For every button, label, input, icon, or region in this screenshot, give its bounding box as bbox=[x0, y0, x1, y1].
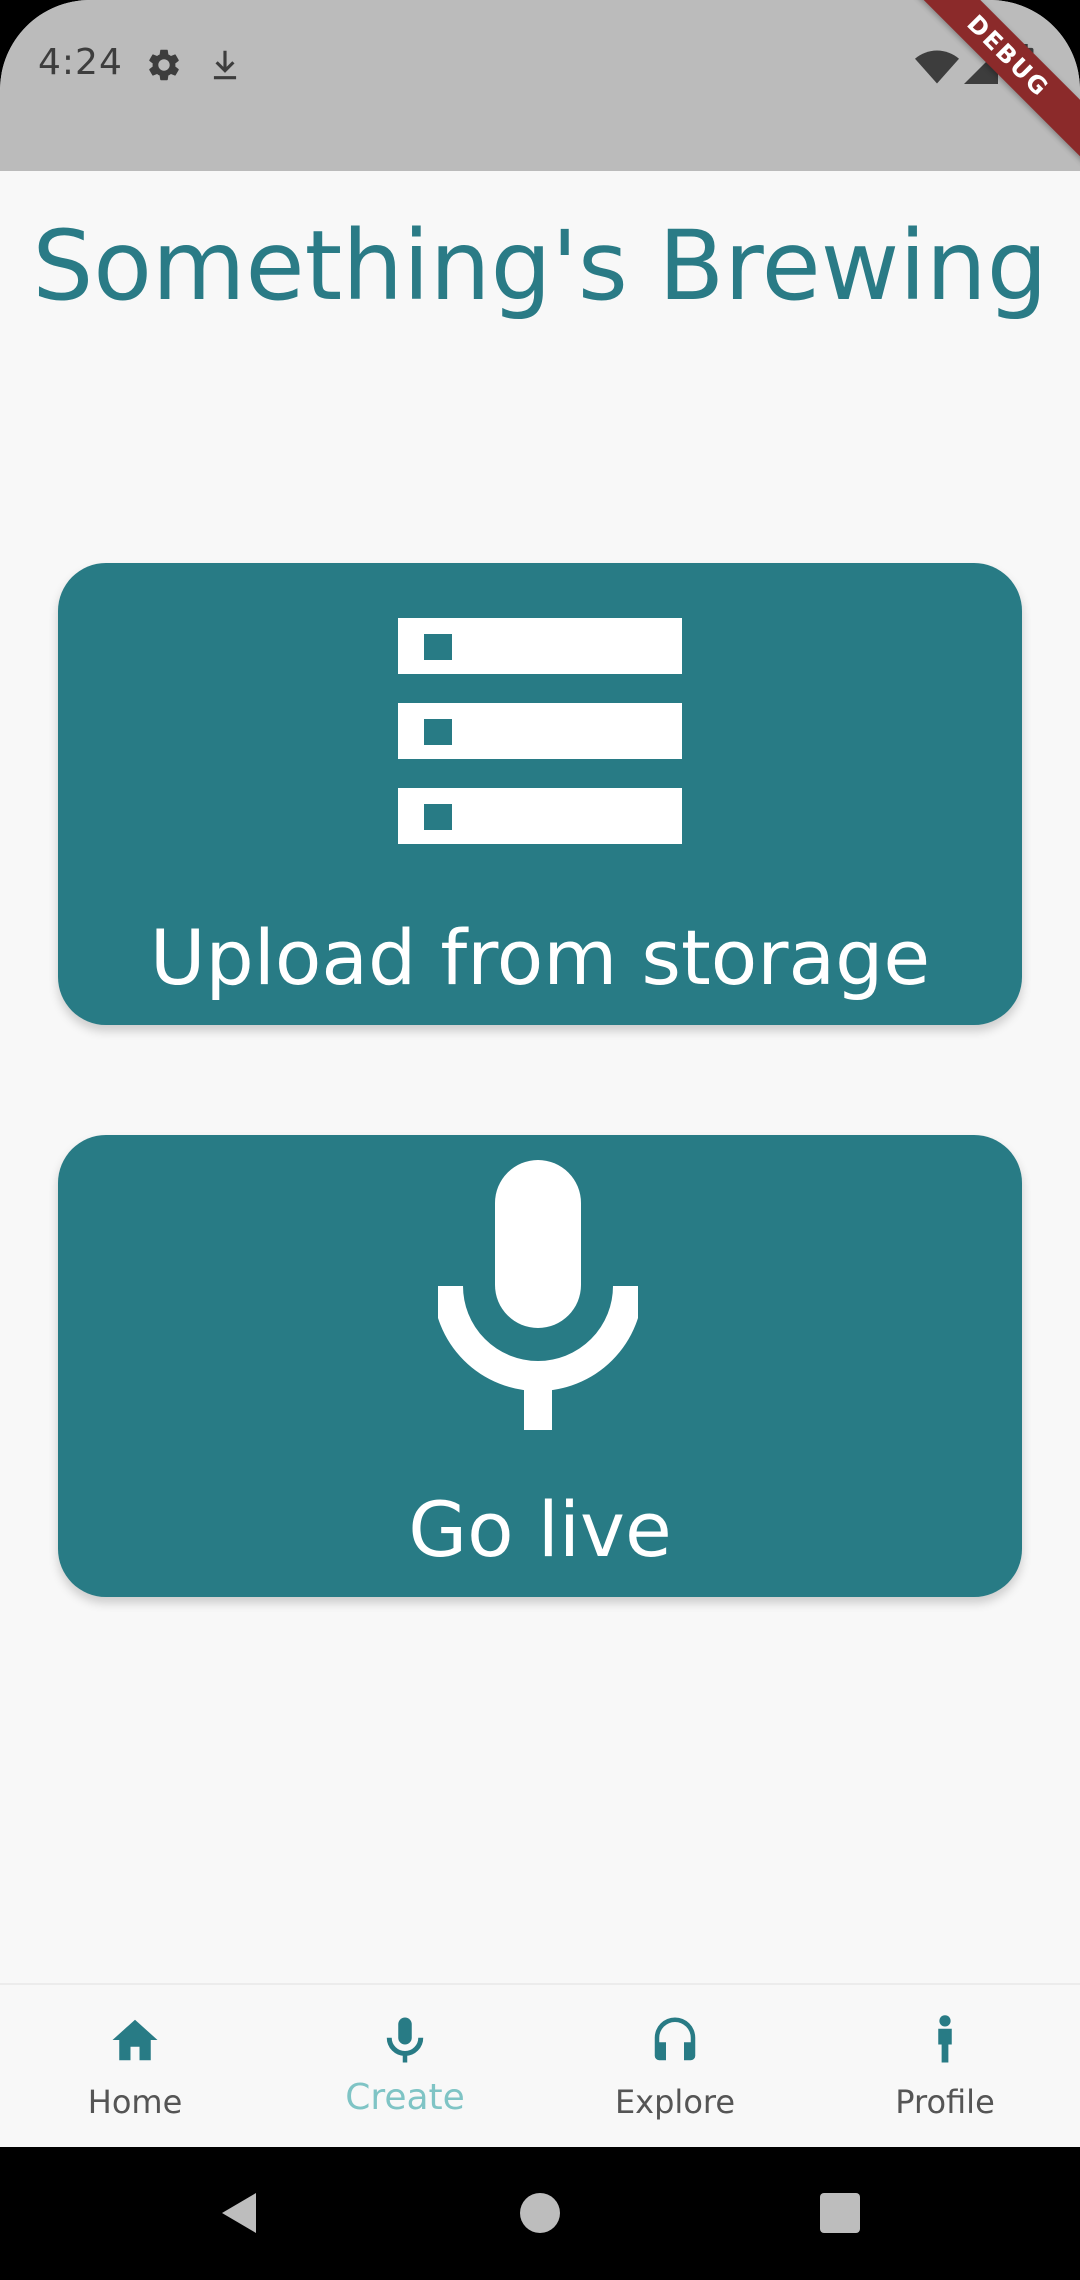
back-icon[interactable] bbox=[216, 2189, 264, 2237]
microphone-icon bbox=[386, 2017, 424, 2063]
app-screen: 4:24 DEBUG Something's Brewing Upload fr… bbox=[0, 0, 1080, 2280]
recents-icon[interactable] bbox=[816, 2189, 864, 2237]
home-circle-icon[interactable] bbox=[516, 2189, 564, 2237]
system-navigation-bar bbox=[0, 2147, 1080, 2280]
microphone-icon bbox=[438, 1160, 638, 1430]
wifi-icon bbox=[915, 50, 959, 84]
nav-item-profile[interactable]: Profile bbox=[810, 1985, 1080, 2149]
headphones-icon bbox=[654, 2017, 696, 2061]
nav-item-explore[interactable]: Explore bbox=[540, 1985, 810, 2149]
storage-icon bbox=[398, 618, 682, 844]
upload-from-storage-button[interactable]: Upload from storage bbox=[58, 563, 1022, 1025]
status-time: 4:24 bbox=[38, 42, 123, 83]
status-bar: 4:24 DEBUG bbox=[0, 0, 1080, 171]
go-live-button[interactable]: Go live bbox=[58, 1135, 1022, 1597]
bottom-navigation: Home Create Explore Profile bbox=[0, 1983, 1080, 2147]
upload-from-storage-label: Upload from storage bbox=[149, 913, 931, 1002]
home-icon bbox=[112, 2019, 158, 2061]
debug-banner: DEBUG bbox=[894, 0, 1080, 170]
gear-icon bbox=[149, 49, 179, 81]
person-icon bbox=[938, 2015, 952, 2063]
download-icon bbox=[213, 50, 237, 80]
nav-label-home: Home bbox=[87, 2083, 183, 2121]
nav-label-create: Create bbox=[345, 2077, 465, 2118]
go-live-label: Go live bbox=[408, 1485, 672, 1574]
nav-item-create[interactable]: Create bbox=[270, 1985, 540, 2149]
nav-label-profile: Profile bbox=[895, 2083, 995, 2121]
page-title: Something's Brewing bbox=[32, 210, 1048, 322]
nav-label-explore: Explore bbox=[614, 2083, 736, 2121]
nav-item-home[interactable]: Home bbox=[0, 1985, 270, 2149]
